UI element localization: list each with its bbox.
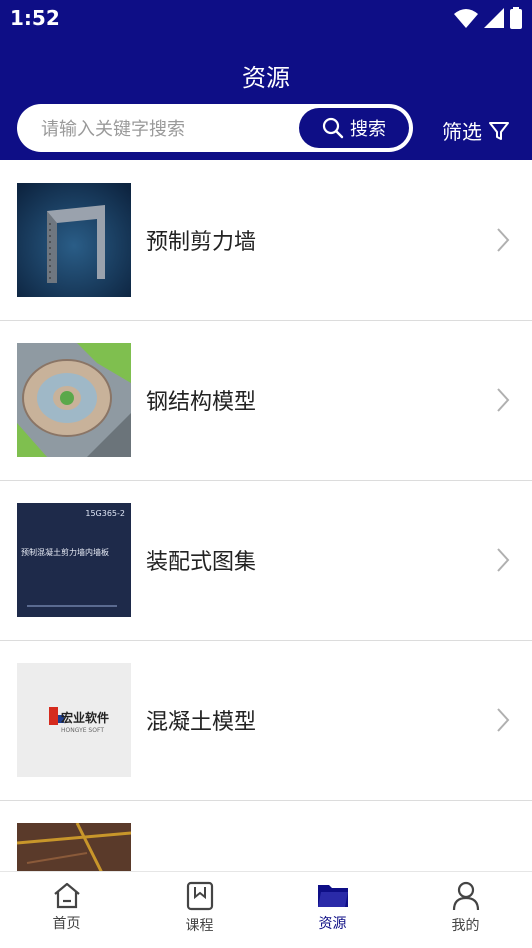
top-bar: 1:52 资源 搜索 筛选 (0, 0, 532, 160)
status-icons (454, 7, 522, 29)
nav-resource[interactable]: 资源 (266, 872, 399, 948)
nav-mine[interactable]: 我的 (399, 872, 532, 948)
bottom-nav: 首页 课程 资源 我的 (0, 871, 532, 948)
chevron-right-icon (497, 388, 510, 412)
building-render-icon (17, 823, 131, 871)
search-button[interactable]: 搜索 (299, 108, 409, 148)
list-item[interactable]: 15G365-2 预制混凝土剪力墙内墙板 装配式图集 (0, 480, 532, 641)
person-icon (452, 881, 479, 911)
precast-wall-render-icon (17, 183, 131, 297)
search-button-label: 搜索 (350, 119, 386, 140)
home-icon (53, 882, 80, 909)
filter-icon (489, 121, 509, 140)
filter-button[interactable]: 筛选 (442, 116, 510, 145)
resource-list: 预制剪力墙 钢结构模型 15G365-2 预制混凝土剪力墙内墙板 装配式图集 宏… (0, 160, 532, 871)
nav-course-label: 课程 (185, 918, 214, 934)
item-label: 装配式图集 (146, 550, 257, 575)
logo-name: 宏业软件 (61, 711, 110, 725)
signal-icon (484, 8, 504, 28)
course-bookmark-icon (186, 881, 213, 911)
page-title: 资源 (242, 64, 290, 92)
list-item[interactable]: 钢结构模型 (0, 320, 532, 481)
atlas-cover-icon: 15G365-2 预制混凝土剪力墙内墙板 (17, 503, 131, 617)
nav-home[interactable]: 首页 (0, 872, 133, 948)
logo-sub: HONGYE SOFT (61, 727, 104, 734)
item-label: 混凝土模型 (146, 710, 257, 735)
list-item[interactable]: 预制剪力墙 (0, 160, 532, 321)
list-item[interactable]: 宏业软件 HONGYE SOFT 混凝土模型 (0, 640, 532, 801)
company-logo-icon: 宏业软件 HONGYE SOFT (17, 663, 131, 777)
search-icon (322, 117, 344, 139)
nav-course[interactable]: 课程 (133, 872, 266, 948)
battery-icon (510, 7, 522, 29)
status-time: 1:52 (10, 6, 60, 30)
nav-home-label: 首页 (52, 916, 81, 932)
filter-label: 筛选 (442, 120, 482, 144)
search-bar: 搜索 (17, 104, 413, 154)
steel-structure-aerial-icon (17, 343, 131, 457)
nav-mine-label: 我的 (451, 918, 480, 934)
list-item[interactable] (0, 800, 532, 871)
atlas-title: 预制混凝土剪力墙内墙板 (21, 548, 109, 557)
atlas-code: 15G365-2 (85, 509, 125, 518)
chevron-right-icon (497, 228, 510, 252)
chevron-right-icon (497, 708, 510, 732)
chevron-right-icon (497, 548, 510, 572)
search-input[interactable] (39, 104, 303, 154)
item-label: 钢结构模型 (146, 390, 257, 415)
nav-resource-label: 资源 (318, 916, 347, 932)
item-label: 预制剪力墙 (146, 230, 257, 255)
wifi-icon (454, 9, 478, 28)
folder-icon (317, 885, 348, 907)
